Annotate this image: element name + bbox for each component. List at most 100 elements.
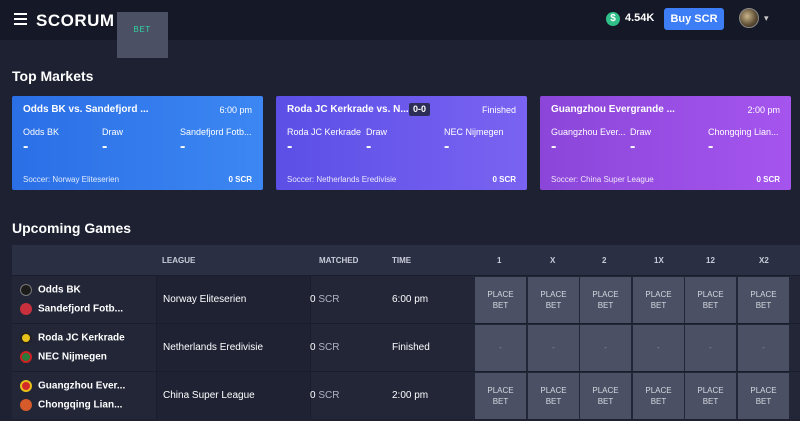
place-bet-button[interactable]: PLACE BET [580, 277, 631, 323]
market-card-scr: 0 SCR [492, 175, 516, 184]
place-bet-button[interactable]: PLACE BET [475, 277, 526, 323]
market-card-time: 6:00 pm [219, 105, 252, 115]
place-bet-button[interactable]: PLACE BET [528, 277, 579, 323]
odd-home[interactable]: - [287, 138, 292, 156]
league-name: Netherlands Eredivisie [156, 324, 311, 372]
col-12: 12 [706, 256, 715, 265]
home-team[interactable]: Guangzhou Ever... [20, 380, 125, 394]
outcome-away-label: Sandefjord Fotb... [180, 127, 252, 137]
odds-unavailable: - [633, 325, 684, 371]
outcome-home-label: Guangzhou Ever... [551, 127, 626, 137]
odd-draw[interactable]: - [630, 138, 635, 156]
home-team[interactable]: Roda JC Kerkrade [20, 332, 125, 346]
buy-scr-button[interactable]: Buy SCR [664, 8, 724, 30]
outcome-away-label: NEC Nijmegen [444, 127, 504, 137]
balance-amount: 4.54K [625, 12, 655, 24]
away-team[interactable]: Sandefjord Fotb... [20, 303, 123, 317]
league-name: Norway Eliteserien [156, 276, 311, 324]
market-card-title: Odds BK vs. Sandefjord ... [23, 104, 149, 115]
market-card-scr: 0 SCR [228, 175, 252, 184]
away-team[interactable]: NEC Nijmegen [20, 351, 107, 365]
outcome-home-label: Odds BK [23, 127, 60, 137]
market-card[interactable]: Guangzhou Evergrande ... 2:00 pm Guangzh… [540, 96, 791, 190]
place-bet-button[interactable]: PLACE BET [580, 373, 631, 419]
teams-cell: Guangzhou Ever... Chongqing Lian... [12, 372, 156, 420]
col-1: 1 [497, 256, 502, 265]
odds-unavailable: - [685, 325, 736, 371]
matched-amount: 0 SCR [310, 390, 340, 401]
place-bet-button[interactable]: PLACE BET [685, 277, 736, 323]
place-bet-button[interactable]: PLACE BET [738, 373, 789, 419]
odds-unavailable: - [528, 325, 579, 371]
place-bet-button[interactable]: PLACE BET [685, 373, 736, 419]
outcome-draw-label: Draw [630, 127, 652, 137]
top-navbar: SCORUM BET $ 4.54K Buy SCR ▾ [0, 0, 800, 58]
team-crest-icon [20, 332, 32, 344]
league-name: China Super League [156, 372, 311, 420]
market-card-league: Soccer: China Super League [551, 175, 654, 184]
home-team[interactable]: Odds BK [20, 284, 81, 298]
odd-draw[interactable]: - [366, 138, 371, 156]
market-card-league: Soccer: Norway Eliteserien [23, 175, 120, 184]
odd-away[interactable]: - [708, 138, 713, 156]
chevron-down-icon[interactable]: ▾ [764, 13, 769, 24]
score-badge: 0-0 [409, 103, 431, 116]
team-crest-icon [20, 380, 32, 392]
upcoming-games-table: LEAGUE MATCHED TIME 1 X 2 1X 12 X2 Odds … [12, 245, 800, 420]
team-crest-icon [20, 284, 32, 296]
market-card-title: Guangzhou Evergrande ... [551, 104, 675, 115]
outcome-draw-label: Draw [102, 127, 124, 137]
market-card[interactable]: Odds BK vs. Sandefjord ... 6:00 pm Odds … [12, 96, 263, 190]
matched-amount: 0 SCR [310, 294, 340, 305]
col-time: TIME [392, 256, 412, 265]
col-x: X [550, 256, 556, 265]
scr-coin-icon: $ [606, 12, 620, 26]
away-team[interactable]: Chongqing Lian... [20, 399, 122, 413]
place-bet-button[interactable]: PLACE BET [475, 373, 526, 419]
odd-home[interactable]: - [23, 138, 28, 156]
col-x2: X2 [759, 256, 769, 265]
col-matched: MATCHED [319, 256, 359, 265]
table-row[interactable]: Guangzhou Ever... Chongqing Lian... Chin… [12, 371, 800, 420]
matched-amount: 0 SCR [310, 342, 340, 353]
odds-unavailable: - [738, 325, 789, 371]
col-2: 2 [602, 256, 607, 265]
market-card-league: Soccer: Netherlands Eredivisie [287, 175, 397, 184]
game-time: 2:00 pm [392, 390, 429, 401]
market-card-time: 2:00 pm [747, 105, 780, 115]
market-card[interactable]: Roda JC Kerkrade vs. N... 0-0 Finished R… [276, 96, 527, 190]
table-row[interactable]: Odds BK Sandefjord Fotb... Norway Elites… [12, 275, 800, 324]
col-league: LEAGUE [162, 256, 196, 265]
upcoming-games-title: Upcoming Games [12, 220, 132, 236]
place-bet-button[interactable]: PLACE BET [738, 277, 789, 323]
teams-cell: Roda JC Kerkrade NEC Nijmegen [12, 324, 156, 372]
odd-draw[interactable]: - [102, 138, 107, 156]
odd-away[interactable]: - [180, 138, 185, 156]
place-bet-button[interactable]: PLACE BET [528, 373, 579, 419]
team-crest-icon [20, 399, 32, 411]
odd-away[interactable]: - [444, 138, 449, 156]
team-crest-icon [20, 303, 32, 315]
place-bet-button[interactable]: PLACE BET [633, 373, 684, 419]
table-header: LEAGUE MATCHED TIME 1 X 2 1X 12 X2 [12, 245, 800, 275]
odd-home[interactable]: - [551, 138, 556, 156]
table-row[interactable]: Roda JC Kerkrade NEC Nijmegen Netherland… [12, 323, 800, 372]
market-card-title: Roda JC Kerkrade vs. N... [287, 104, 409, 115]
outcome-away-label: Chongqing Lian... [708, 127, 779, 137]
team-crest-icon [20, 351, 32, 363]
top-markets-title: Top Markets [12, 68, 94, 84]
market-card-scr: 0 SCR [756, 175, 780, 184]
place-bet-button[interactable]: PLACE BET [633, 277, 684, 323]
col-1x: 1X [654, 256, 664, 265]
outcome-draw-label: Draw [366, 127, 388, 137]
odds-unavailable: - [475, 325, 526, 371]
menu-icon[interactable] [14, 13, 27, 25]
teams-cell: Odds BK Sandefjord Fotb... [12, 276, 156, 324]
market-card-time: Finished [481, 105, 516, 115]
game-time: 6:00 pm [392, 294, 429, 305]
outcome-home-label: Roda JC Kerkrade [287, 127, 362, 137]
game-time: Finished [392, 342, 430, 353]
odds-unavailable: - [580, 325, 631, 371]
logo[interactable]: SCORUM BET [36, 11, 168, 58]
avatar[interactable] [739, 8, 759, 28]
